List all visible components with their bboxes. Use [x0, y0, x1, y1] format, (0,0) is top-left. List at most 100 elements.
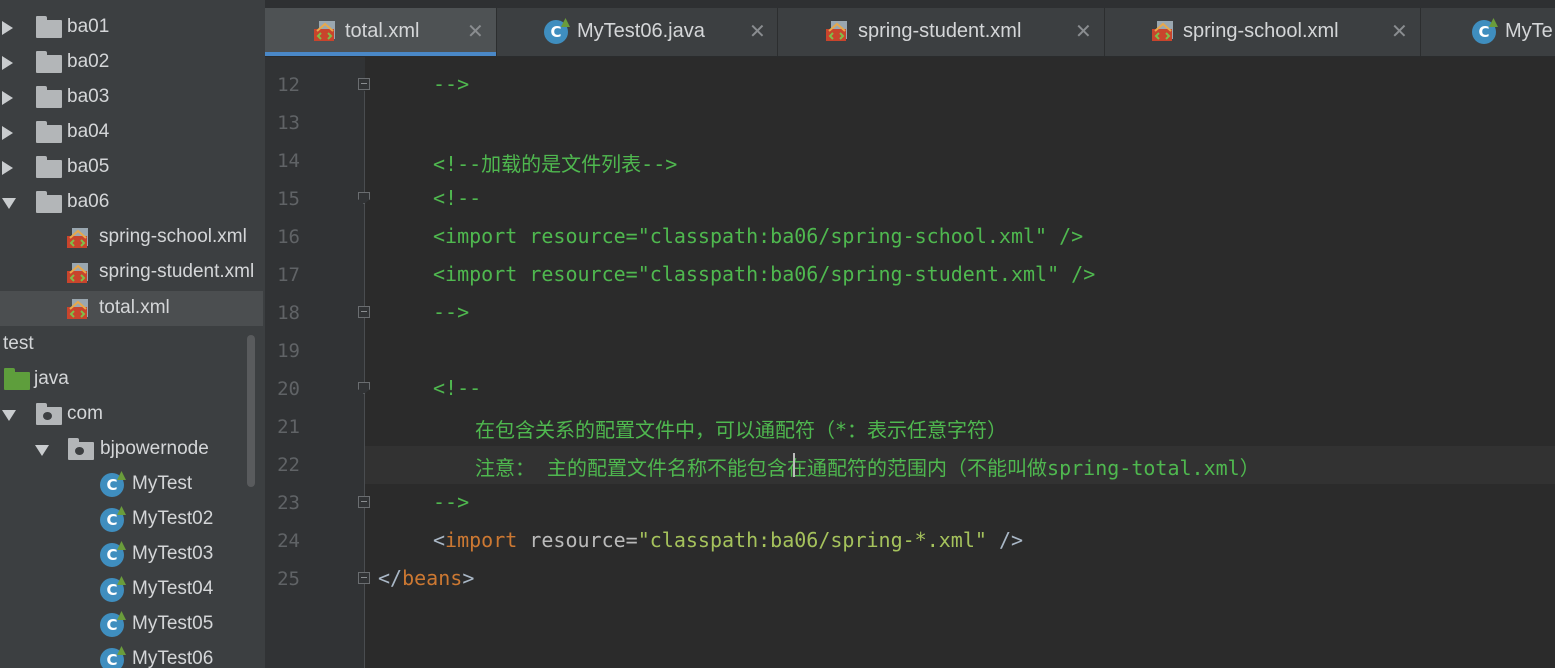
java-class-icon: C — [100, 613, 124, 637]
tree-item-java[interactable]: java — [0, 362, 263, 397]
collapsed-arrow-icon[interactable] — [2, 161, 13, 175]
java-class-icon: C — [1472, 20, 1496, 44]
tree-item-mytest03[interactable]: C MyTest03 — [0, 537, 263, 572]
text-cursor — [793, 453, 795, 477]
line-number: 22 — [277, 454, 300, 476]
code-line-21: 在包含关系的配置文件中，可以通配符（*：表示任意字符） — [475, 418, 1008, 442]
line-number-gutter: 12 13 14 15 16 17 18 19 20 21 22 23 24 2… — [265, 57, 370, 668]
folder-icon — [36, 156, 62, 178]
java-class-icon: C — [544, 20, 568, 44]
tree-item-spring-school-xml[interactable]: spring-school.xml — [0, 220, 263, 255]
fold-marker-icon[interactable] — [358, 78, 370, 90]
code-line-24: <import resource="classpath:ba06/spring-… — [433, 528, 1024, 552]
tree-item-label: total.xml — [99, 297, 170, 318]
fold-marker-icon[interactable] — [358, 192, 370, 204]
folder-icon — [36, 16, 62, 38]
java-class-icon: C — [100, 473, 124, 497]
code-editor[interactable]: 12 13 14 15 16 17 18 19 20 21 22 23 24 2… — [265, 57, 1555, 668]
java-class-icon: C — [100, 543, 124, 567]
tab-myte[interactable]: C MyTe — [1421, 8, 1555, 56]
code-line-18: --> — [433, 300, 470, 324]
tree-item-label: MyTest — [132, 473, 193, 494]
expanded-arrow-icon[interactable] — [2, 198, 16, 209]
xml-file-icon — [67, 263, 88, 283]
package-icon — [36, 403, 62, 425]
project-tree: ba01 ba02 ba03 ba04 ba05 ba06 spring-sch… — [0, 0, 265, 668]
xml-file-icon — [67, 228, 88, 248]
tree-item-mytest[interactable]: C MyTest — [0, 467, 263, 502]
line-number: 16 — [277, 226, 300, 248]
tree-item-label: ba02 — [67, 51, 110, 72]
tree-item-ba05[interactable]: ba05 — [0, 150, 263, 185]
line-number: 15 — [277, 188, 300, 210]
tree-item-com[interactable]: com — [0, 397, 263, 432]
line-number: 19 — [277, 340, 300, 362]
code-line-20: <!-- — [433, 376, 482, 400]
xml-file-icon — [67, 299, 88, 319]
source-folder-icon — [4, 368, 30, 390]
tab-mytest06-java[interactable]: C MyTest06.java ✕ — [497, 8, 778, 56]
collapsed-arrow-icon[interactable] — [2, 56, 13, 70]
collapsed-arrow-icon[interactable] — [2, 91, 13, 105]
tree-item-ba04[interactable]: ba04 — [0, 115, 263, 150]
tree-item-label: ba06 — [67, 191, 110, 212]
expanded-arrow-icon[interactable] — [35, 445, 49, 456]
fold-marker-icon[interactable] — [358, 572, 370, 584]
tree-item-label: java — [34, 368, 69, 389]
close-icon[interactable]: ✕ — [467, 19, 484, 43]
collapsed-arrow-icon[interactable] — [2, 21, 13, 35]
tab-label: spring-student.xml — [858, 20, 1022, 42]
tree-item-mytest02[interactable]: C MyTest02 — [0, 502, 263, 537]
tree-item-label: MyTest04 — [132, 578, 214, 599]
tree-scrollbar[interactable] — [247, 335, 255, 487]
folder-icon — [36, 51, 62, 73]
tab-label: spring-school.xml — [1183, 20, 1339, 42]
tree-item-ba06[interactable]: ba06 — [0, 185, 263, 220]
tree-item-label: spring-student.xml — [99, 261, 255, 282]
line-number: 25 — [277, 568, 300, 590]
tree-item-ba02[interactable]: ba02 — [0, 45, 263, 80]
tree-item-ba03[interactable]: ba03 — [0, 80, 263, 115]
line-number: 18 — [277, 302, 300, 324]
tree-item-label: test — [3, 333, 34, 354]
tree-item-label: MyTest06 — [132, 648, 214, 668]
tree-item-label: bjpowernode — [100, 438, 209, 459]
fold-marker-icon[interactable] — [358, 496, 370, 508]
tab-spring-student-xml[interactable]: spring-student.xml ✕ — [778, 8, 1105, 56]
tree-item-bjpowernode[interactable]: bjpowernode — [0, 432, 263, 467]
tree-item-total-xml[interactable]: total.xml — [0, 291, 263, 326]
tree-item-ba01[interactable]: ba01 — [0, 10, 263, 45]
close-icon[interactable]: ✕ — [1075, 19, 1092, 43]
tree-item-mytest04[interactable]: C MyTest04 — [0, 572, 263, 607]
xml-file-icon — [1152, 21, 1173, 41]
collapsed-arrow-icon[interactable] — [2, 126, 13, 140]
tree-item-label: MyTest02 — [132, 508, 214, 529]
xml-file-icon — [826, 21, 847, 41]
fold-marker-icon[interactable] — [358, 306, 370, 318]
tab-label: total.xml — [345, 20, 420, 42]
tree-item-label: MyTest05 — [132, 613, 214, 634]
tab-total-xml[interactable]: total.xml ✕ — [265, 8, 497, 56]
fold-marker-icon[interactable] — [358, 382, 370, 394]
tree-item-test[interactable]: test — [0, 327, 263, 362]
folder-icon — [36, 86, 62, 108]
tree-item-spring-student-xml[interactable]: spring-student.xml — [0, 255, 263, 290]
tree-item-label: com — [67, 403, 103, 424]
tree-item-mytest06[interactable]: C MyTest06 — [0, 642, 263, 668]
tab-spring-school-xml[interactable]: spring-school.xml ✕ — [1105, 8, 1421, 56]
code-line-16: <import resource="classpath:ba06/spring-… — [433, 224, 1084, 248]
tab-label: MyTe — [1505, 20, 1553, 42]
code-line-12: --> — [433, 72, 470, 96]
line-number: 21 — [277, 416, 300, 438]
close-icon[interactable]: ✕ — [1391, 19, 1408, 43]
close-icon[interactable]: ✕ — [749, 19, 766, 43]
expanded-arrow-icon[interactable] — [2, 410, 16, 421]
code-line-17: <import resource="classpath:ba06/spring-… — [433, 262, 1096, 286]
tree-item-mytest05[interactable]: C MyTest05 — [0, 607, 263, 642]
tree-item-label: ba05 — [67, 156, 110, 177]
line-number: 13 — [277, 112, 300, 134]
code-line-15: <!-- — [433, 186, 482, 210]
tab-label: MyTest06.java — [577, 20, 705, 42]
line-number: 20 — [277, 378, 300, 400]
tree-item-label: ba04 — [67, 121, 110, 142]
